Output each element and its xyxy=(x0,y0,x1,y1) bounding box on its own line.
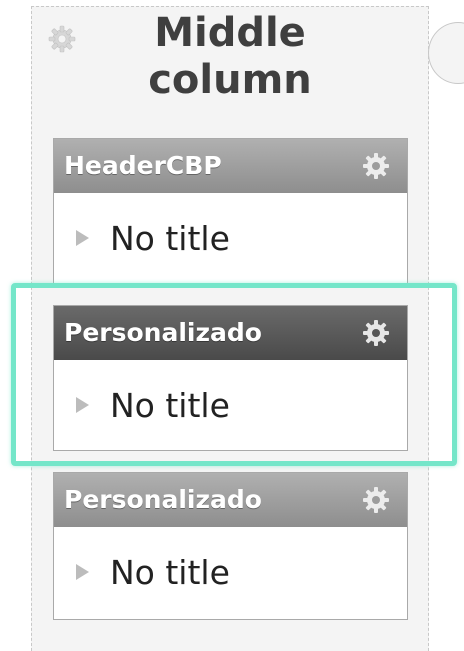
gear-icon[interactable] xyxy=(361,485,391,515)
column-title: Middle column xyxy=(148,10,312,103)
widget-body: No title xyxy=(54,527,407,619)
widget-headercbp[interactable]: HeaderCBP No title xyxy=(53,138,408,284)
gear-icon[interactable] xyxy=(47,24,77,54)
widget-body: No title xyxy=(54,193,407,283)
widget-item-title[interactable]: No title xyxy=(110,219,230,259)
selection-outline xyxy=(11,283,457,466)
page: Middle column HeaderCBP No title Persona… xyxy=(0,0,464,651)
widget-item-title[interactable]: No title xyxy=(110,553,230,593)
widget-header-label: Personalizado xyxy=(64,485,262,514)
expand-arrow-icon[interactable] xyxy=(76,230,89,246)
column-side-handle[interactable] xyxy=(428,22,464,84)
widget-header-label: HeaderCBP xyxy=(64,151,222,180)
gear-icon[interactable] xyxy=(361,151,391,181)
widget-header[interactable]: HeaderCBP xyxy=(54,139,407,193)
widget-personalizado[interactable]: Personalizado No title xyxy=(53,472,408,620)
widget-header[interactable]: Personalizado xyxy=(54,473,407,527)
expand-arrow-icon[interactable] xyxy=(76,564,89,580)
